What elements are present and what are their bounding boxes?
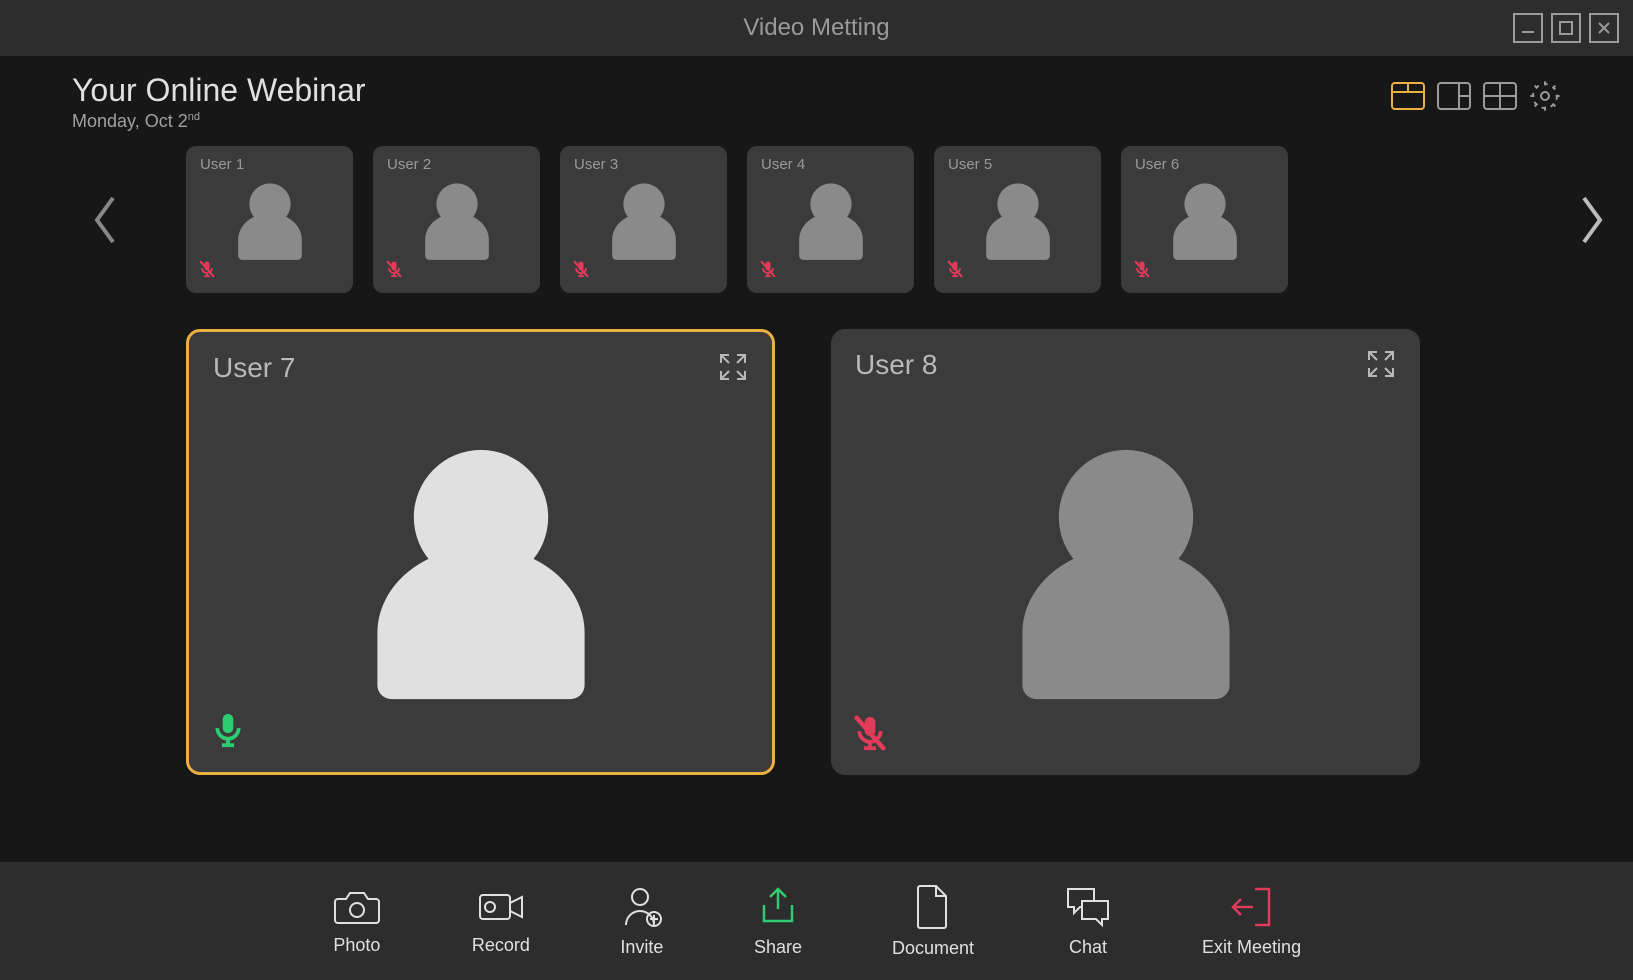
camera-icon xyxy=(332,887,382,927)
mic-muted-icon xyxy=(759,260,777,283)
layout-controls xyxy=(1391,80,1561,117)
participant-thumb[interactable]: User 4 xyxy=(747,146,914,293)
minimize-button[interactable] xyxy=(1513,13,1543,43)
avatar-icon xyxy=(975,177,1061,268)
participant-label: User 1 xyxy=(200,156,244,173)
participant-label: User 8 xyxy=(855,349,937,381)
participant-thumb[interactable]: User 3 xyxy=(560,146,727,293)
document-button[interactable]: Document xyxy=(892,884,974,959)
close-button[interactable] xyxy=(1589,13,1619,43)
layout-speaker-icon xyxy=(1391,82,1425,110)
exit-meeting-label: Exit Meeting xyxy=(1202,937,1301,958)
close-icon xyxy=(1596,20,1612,36)
participant-label: User 7 xyxy=(213,352,295,384)
share-button[interactable]: Share xyxy=(754,885,802,958)
chevron-right-icon xyxy=(1576,194,1606,246)
carousel-prev-button[interactable] xyxy=(72,146,140,293)
toolbar: Photo Record Invite Share Document xyxy=(0,862,1633,980)
avatar-icon xyxy=(227,177,313,268)
share-icon xyxy=(756,885,800,929)
layout-grid-button[interactable] xyxy=(1483,82,1517,115)
participant-thumb[interactable]: User 5 xyxy=(934,146,1101,293)
share-label: Share xyxy=(754,937,802,958)
participant-label: User 4 xyxy=(761,156,805,173)
participant-label: User 3 xyxy=(574,156,618,173)
page-heading: Your Online Webinar Monday, Oct 2nd xyxy=(72,72,366,132)
invite-person-icon xyxy=(620,885,664,929)
mic-muted-icon xyxy=(1133,260,1151,283)
avatar-icon xyxy=(1162,177,1248,268)
record-label: Record xyxy=(472,935,530,956)
gear-icon xyxy=(1529,80,1561,112)
layout-speaker-button[interactable] xyxy=(1391,82,1425,115)
titlebar: Video Metting xyxy=(0,0,1633,56)
settings-button[interactable] xyxy=(1529,80,1561,117)
participant-tile[interactable]: User 7 xyxy=(186,329,775,775)
chat-label: Chat xyxy=(1069,937,1107,958)
maximize-button[interactable] xyxy=(1551,13,1581,43)
avatar-icon xyxy=(414,177,500,268)
layout-sidebar-button[interactable] xyxy=(1437,82,1471,115)
record-button[interactable]: Record xyxy=(472,887,530,956)
participant-carousel: User 1 User 2 User 3 User 4 xyxy=(0,146,1633,293)
document-icon xyxy=(914,884,952,930)
avatar-icon xyxy=(788,177,874,268)
avatar-icon xyxy=(341,427,621,712)
participant-thumb[interactable]: User 6 xyxy=(1121,146,1288,293)
expand-button[interactable] xyxy=(718,352,748,387)
participant-label: User 5 xyxy=(948,156,992,173)
mic-on-icon xyxy=(209,711,247,754)
minimize-icon xyxy=(1520,20,1536,36)
carousel-next-button[interactable] xyxy=(1557,146,1625,293)
mic-muted-icon xyxy=(572,260,590,283)
photo-label: Photo xyxy=(333,935,380,956)
avatar-icon xyxy=(601,177,687,268)
participant-thumb[interactable]: User 2 xyxy=(373,146,540,293)
page-title: Your Online Webinar xyxy=(72,72,366,109)
window-controls xyxy=(1513,13,1619,43)
exit-meeting-button[interactable]: Exit Meeting xyxy=(1202,885,1301,958)
participant-label: User 2 xyxy=(387,156,431,173)
window-title: Video Metting xyxy=(743,14,889,42)
chat-icon xyxy=(1064,885,1112,929)
mic-muted-icon xyxy=(385,260,403,283)
document-label: Document xyxy=(892,938,974,959)
mic-muted-icon xyxy=(198,260,216,283)
participant-label: User 6 xyxy=(1135,156,1179,173)
chat-button[interactable]: Chat xyxy=(1064,885,1112,958)
avatar-icon xyxy=(986,427,1266,712)
layout-grid-icon xyxy=(1483,82,1517,110)
mic-muted-icon xyxy=(946,260,964,283)
exit-icon xyxy=(1229,885,1275,929)
participant-tile[interactable]: User 8 xyxy=(831,329,1420,775)
invite-label: Invite xyxy=(620,937,663,958)
expand-button[interactable] xyxy=(1366,349,1396,384)
page-subtitle: Monday, Oct 2nd xyxy=(72,111,366,132)
layout-sidebar-icon xyxy=(1437,82,1471,110)
chevron-left-icon xyxy=(91,194,121,246)
participant-thumb[interactable]: User 1 xyxy=(186,146,353,293)
mic-muted-icon xyxy=(851,714,889,757)
video-camera-icon xyxy=(476,887,526,927)
invite-button[interactable]: Invite xyxy=(620,885,664,958)
maximize-icon xyxy=(1558,20,1574,36)
photo-button[interactable]: Photo xyxy=(332,887,382,956)
